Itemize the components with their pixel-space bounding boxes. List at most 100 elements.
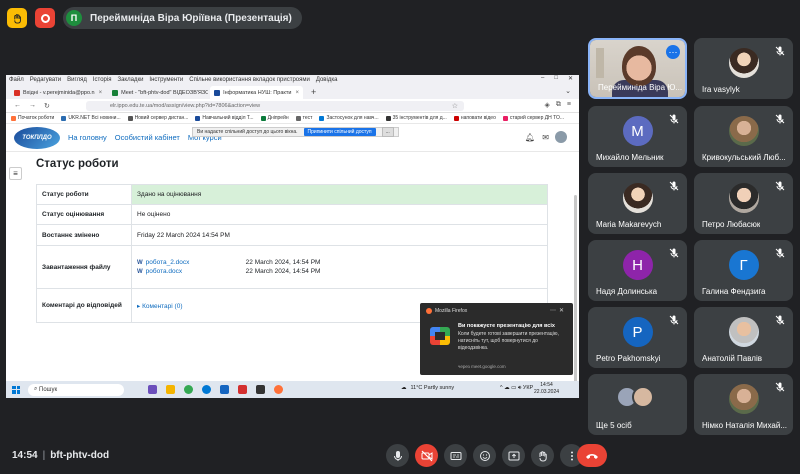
shield-icon[interactable]: ◈ <box>545 101 550 109</box>
participant-tile[interactable]: Maria Makarevych <box>588 173 687 234</box>
menu-item[interactable]: Довідка <box>316 77 338 83</box>
url-text: elr.ippo.edu.te.ua/mod/assign/view.php?i… <box>110 103 261 109</box>
participant-name: Анатолій Павлів <box>702 354 762 363</box>
raise-hand-button[interactable] <box>531 444 554 467</box>
notifications-bell-icon[interactable]: 🔔︎ <box>525 133 535 142</box>
bookmark-favicon-icon <box>195 115 201 121</box>
more-options-icon[interactable]: ⋯ <box>550 308 559 314</box>
user-avatar[interactable] <box>555 131 567 143</box>
close-icon[interactable]: ✕ <box>568 75 573 82</box>
tab-close-icon[interactable]: × <box>99 90 103 96</box>
tab-close-icon[interactable]: × <box>295 90 299 96</box>
menu-item[interactable]: Файл <box>9 77 24 83</box>
participant-tile[interactable]: Г Галина Фендзига <box>694 240 793 301</box>
presenter-chip[interactable]: П Перейминіда Віра Юріївна (Презентація) <box>63 7 302 29</box>
edge-icon[interactable] <box>202 385 211 394</box>
taskbar-search[interactable]: ⌕ Пошук <box>28 383 124 396</box>
camera-off-button[interactable] <box>415 444 438 467</box>
forward-icon[interactable]: → <box>29 102 36 109</box>
participant-name: Ira vasylyk <box>702 85 740 94</box>
browser-tab[interactable]: Meet - "bft-phtv-dod" ВІДЕОЗВ'ЯЗОК× <box>108 86 208 99</box>
task-view-icon[interactable] <box>148 385 157 394</box>
participant-avatar <box>728 317 759 347</box>
participant-tile[interactable]: Кривокульський Люб... <box>694 106 793 167</box>
microphone-button[interactable] <box>386 444 409 467</box>
bookmark-item[interactable]: Навчальний відділ Т... <box>195 115 254 121</box>
chrome-icon[interactable] <box>184 385 193 394</box>
weather-widget[interactable]: ☁︎ 11°C Partly sunny <box>401 385 454 391</box>
file-explorer-icon[interactable] <box>166 385 175 394</box>
extensions-icon[interactable]: ⧉ <box>556 101 561 109</box>
nav-home-link[interactable]: На головну <box>68 133 107 142</box>
file-link[interactable]: робота_2.docx <box>146 259 246 266</box>
app-icon[interactable] <box>256 385 265 394</box>
participant-tile[interactable]: M Михайло Мельник <box>588 106 687 167</box>
comments-link[interactable]: ▸ Коментарі (0) <box>137 303 182 310</box>
menu-item[interactable]: Редагувати <box>30 77 61 83</box>
participant-tile[interactable]: Анатолій Павлів <box>694 307 793 368</box>
hide-share-bar-button[interactable]: ... <box>381 127 394 137</box>
bookmark-item[interactable]: старий сервер ДН ТО... <box>502 115 564 121</box>
row-label: Завантаження файлу <box>36 245 132 289</box>
maximize-icon[interactable]: □ <box>554 75 558 82</box>
minimize-icon[interactable]: – <box>541 75 544 82</box>
system-tray[interactable]: ^ ☁︎ ▭ 🔊︎ УКР <box>500 385 533 392</box>
bookmark-item[interactable]: Новий сервер дистан... <box>127 115 188 121</box>
emoji-icon <box>479 450 490 461</box>
participant-name: Надя Долинська <box>596 287 658 296</box>
reload-icon[interactable]: ↻ <box>44 102 50 110</box>
nav-dashboard-link[interactable]: Особистий кабінет <box>115 133 180 142</box>
bookmark-item[interactable]: UKR.NET Всі новини... <box>61 115 121 121</box>
participant-tile[interactable]: ⋯ Перейминіда Віра Ю... <box>588 38 687 99</box>
shared-screen: Файл Редагувати Вигляд Історія Закладки Інстр… <box>6 75 579 398</box>
reactions-button[interactable] <box>473 444 496 467</box>
bookmark-item[interactable]: Дніпрейн <box>260 115 289 121</box>
captions-button[interactable] <box>444 444 467 467</box>
present-button[interactable] <box>502 444 525 467</box>
menu-item[interactable]: Інструменти <box>149 77 183 83</box>
url-bar[interactable]: elr.ippo.edu.te.ua/mod/assign/view.php?i… <box>86 101 464 111</box>
file-link[interactable]: робота.docx <box>146 268 246 275</box>
firefox-taskbar-icon[interactable] <box>274 385 283 394</box>
store-icon[interactable] <box>220 385 229 394</box>
meeting-code[interactable]: bft-phtv-dod <box>50 450 109 461</box>
participant-tile[interactable]: Ще 5 осіб <box>588 374 687 435</box>
recording-icon[interactable] <box>35 8 55 28</box>
browser-tab[interactable]: Вхідні - v.perejminida@ppo.n × <box>10 86 106 99</box>
site-logo[interactable]: ТОКПЛДО <box>14 127 60 149</box>
participant-tile[interactable]: P Petro Pakhomskyi <box>588 307 687 368</box>
participant-tile[interactable]: Петро Любасюк <box>694 173 793 234</box>
page-scrollbar[interactable] <box>574 195 577 385</box>
participant-tile[interactable]: Н Надя Долинська <box>588 240 687 301</box>
taskbar-clock[interactable]: 14:54 22.03.2024 <box>534 382 559 395</box>
participant-tile[interactable]: Ira vasylyk <box>694 38 793 99</box>
drawer-toggle-icon[interactable]: ≡ <box>9 167 22 180</box>
messages-icon[interactable]: ✉︎ <box>542 133 549 142</box>
menu-item[interactable]: Спільне використання вкладок пристроями <box>189 77 310 83</box>
bookmark-star-icon[interactable]: ☆ <box>452 102 458 110</box>
window-controls[interactable]: – □ ✕ <box>541 75 573 82</box>
browser-tab[interactable]: Інформатика НУШ: Практи × <box>210 86 303 99</box>
bookmark-item[interactable]: Початок роботи <box>11 115 54 121</box>
hand-raise-indicator-icon[interactable] <box>7 8 27 28</box>
leave-call-button[interactable] <box>577 444 607 467</box>
stop-sharing-button[interactable]: Припинити спільний доступ <box>303 128 376 136</box>
new-tab-icon[interactable]: + <box>311 87 316 97</box>
more-options-icon[interactable]: ⋯ <box>666 45 680 59</box>
windows-start-icon[interactable] <box>12 385 20 394</box>
firefox-notification[interactable]: Mozilla Firefox ⋯✕ Ви покажуєте презента… <box>420 303 573 375</box>
participant-name: Petro Pakhomskyi <box>596 354 661 363</box>
bookmark-item[interactable]: Застосунок для навч... <box>319 115 379 121</box>
participant-tile[interactable]: Німко Наталія Михай... <box>694 374 793 435</box>
menu-item[interactable]: Історія <box>93 77 112 83</box>
menu-icon[interactable]: ≡ <box>567 101 571 109</box>
close-icon[interactable]: ✕ <box>559 308 567 314</box>
menu-item[interactable]: Вигляд <box>67 77 87 83</box>
acrobat-icon[interactable] <box>238 385 247 394</box>
back-icon[interactable]: ← <box>14 102 21 109</box>
bookmark-item[interactable]: 35 інструментів для д... <box>385 115 447 121</box>
bookmark-item[interactable]: тест <box>295 115 312 121</box>
menu-item[interactable]: Закладки <box>117 77 143 83</box>
bookmark-item[interactable]: наповати відео <box>453 115 496 121</box>
tab-list-chevron-icon[interactable]: ⌄ <box>565 87 571 95</box>
